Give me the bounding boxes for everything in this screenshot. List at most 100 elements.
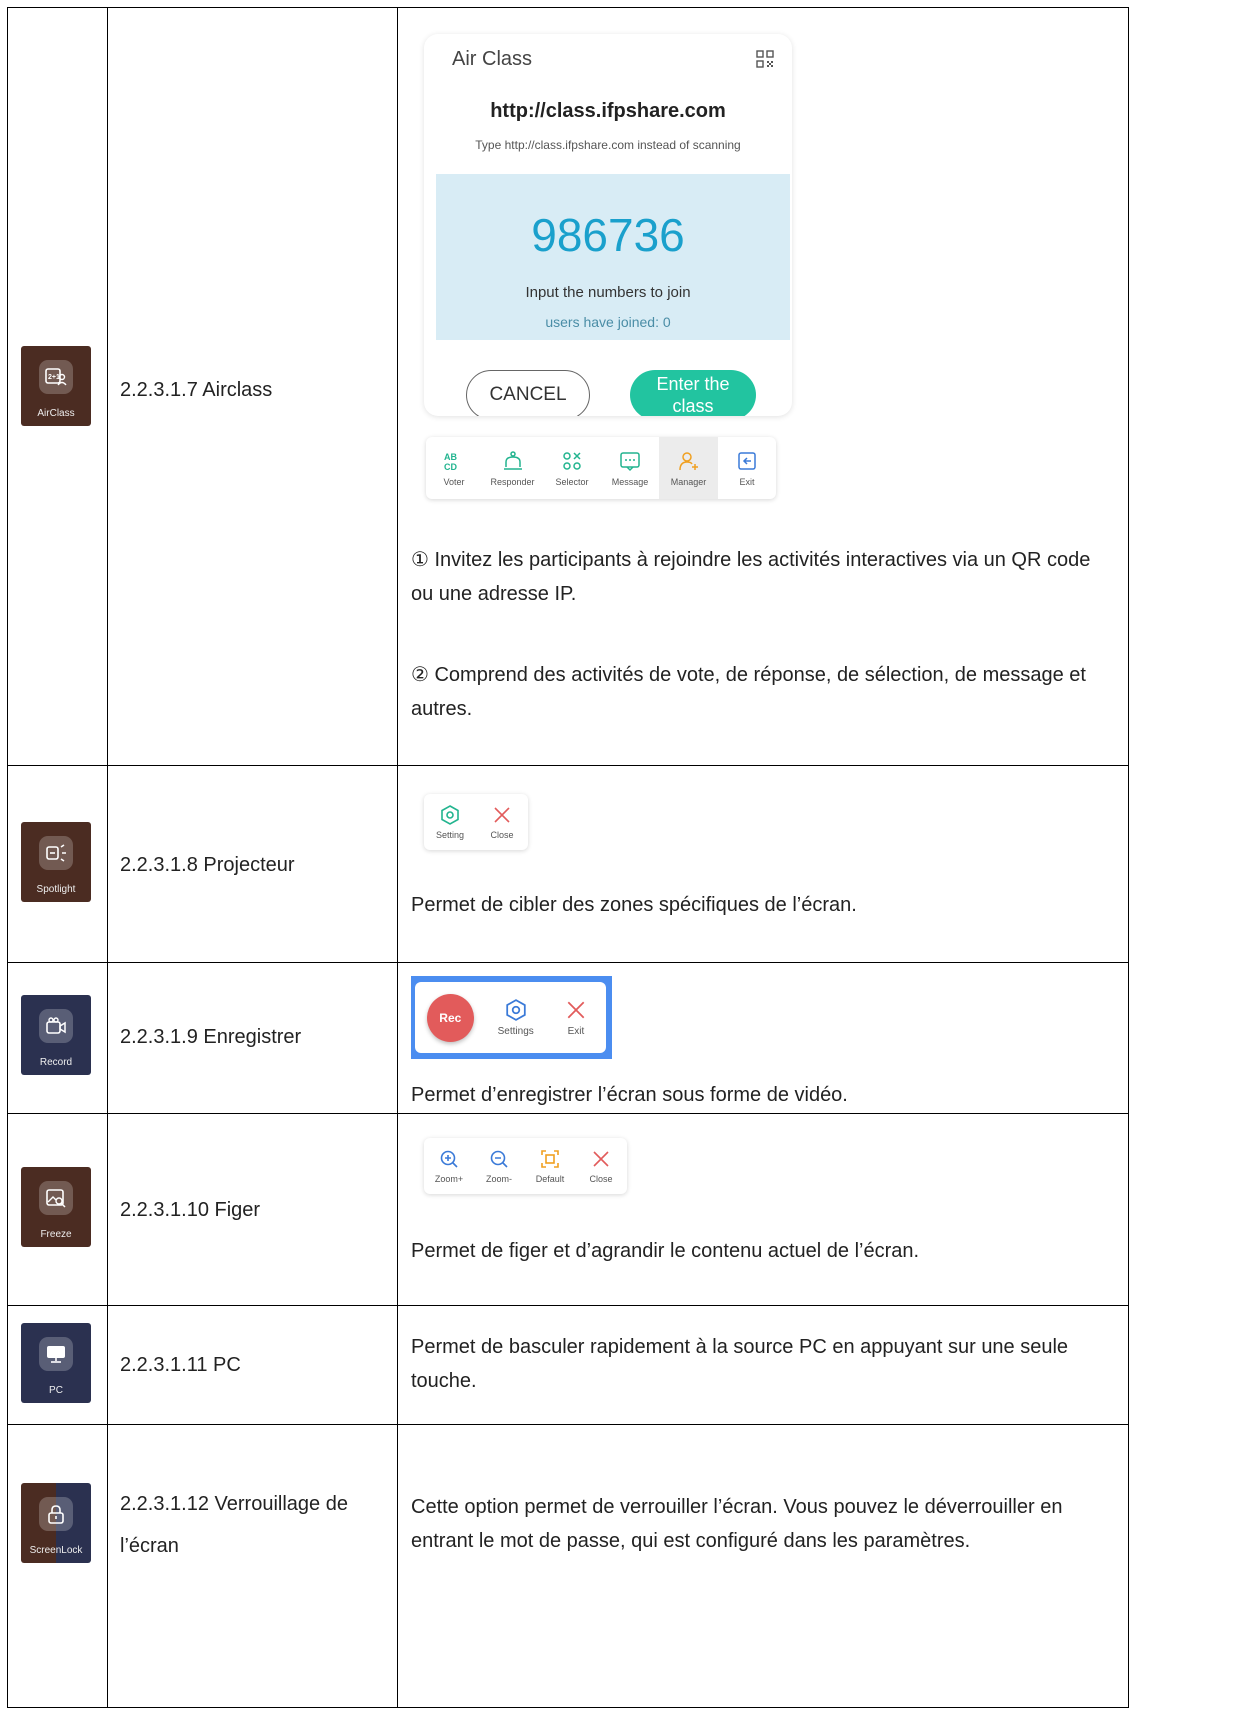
column-divider: [107, 7, 108, 1708]
airclass-icon: 2+1: [39, 360, 73, 394]
tool-label: Zoom-: [485, 1173, 512, 1184]
tool-label: Settings: [497, 1025, 534, 1037]
responder-icon: [503, 450, 522, 470]
join-code: 986736: [531, 209, 685, 261]
feature-description: ① Invitez les participants à rejoindre l…: [411, 549, 1091, 605]
voter-icon: ABCD: [444, 452, 457, 472]
record-toolbar: Rec Settings Exit: [411, 976, 612, 1059]
feature-label: 2.2.3.1.11 PC: [120, 1354, 241, 1376]
feature-label: 2.2.3.1.12 Verrouillage de: [120, 1493, 348, 1515]
feature-label: 2.2.3.1.10 Figer: [120, 1199, 261, 1221]
airclass-dialog: Air Class http://class.ifpshare.com Type…: [424, 34, 792, 416]
freeze-app-icon: Freeze: [21, 1167, 91, 1247]
users-joined-count: users have joined: 0: [545, 314, 671, 330]
join-instruction: Input the numbers to join: [525, 284, 691, 301]
settings-icon: [441, 804, 459, 825]
tool-label: Manager: [670, 476, 707, 487]
default-tool[interactable]: Default: [524, 1138, 576, 1194]
rec-button[interactable]: Rec: [427, 993, 474, 1042]
tool-label: Exit: [739, 476, 755, 487]
icon-label: Record: [39, 1057, 73, 1068]
feature-label: 2.2.3.1.8 Projecteur: [120, 854, 295, 876]
selector-tool[interactable]: Selector: [543, 437, 601, 499]
row-divider: [7, 765, 1129, 766]
record-app-icon: Record: [21, 995, 91, 1075]
tool-label: Default: [535, 1173, 565, 1184]
icon-label: AirClass: [37, 408, 75, 419]
close-tool[interactable]: Close: [576, 1138, 626, 1194]
row-divider: [7, 1424, 1129, 1425]
manager-tool[interactable]: Manager: [659, 437, 718, 499]
spotlight-icon: [39, 836, 73, 870]
feature-label: 2.2.3.1.7 Airclass: [120, 379, 273, 401]
freeze-toolbar: Zoom+ Zoom- Default Close: [424, 1138, 627, 1194]
message-icon: [620, 451, 640, 471]
enter-class-label: class: [672, 396, 714, 416]
tool-label: Voter: [443, 476, 465, 487]
spotlight-app-icon: Spotlight: [21, 822, 91, 902]
settings-tool[interactable]: Settings: [486, 998, 546, 1037]
icon-label: Freeze: [40, 1229, 72, 1240]
feature-label: l’écran: [120, 1535, 179, 1557]
manager-icon: [678, 451, 698, 470]
table-border-right: [1128, 7, 1129, 1708]
tool-label: Setting: [435, 829, 465, 840]
message-tool[interactable]: Message: [601, 437, 659, 499]
record-toolbar-inner: Rec Settings Exit: [415, 982, 606, 1053]
screenlock-app-icon: ScreenLock: [21, 1483, 91, 1563]
svg-text:2+1: 2+1: [48, 374, 60, 381]
record-icon: [39, 1009, 73, 1043]
setting-tool[interactable]: Setting: [424, 794, 476, 850]
feature-description: Cette option permet de verrouiller l’écr…: [411, 1496, 1063, 1552]
exit-tool[interactable]: Exit: [718, 437, 776, 499]
tool-label: Zoom+: [434, 1173, 464, 1184]
table-border-left: [7, 7, 8, 1708]
tool-label: Message: [611, 476, 649, 487]
pc-icon: [39, 1337, 73, 1371]
tool-label: Responder: [490, 476, 535, 487]
icon-label: ScreenLock: [29, 1545, 83, 1556]
row-divider: [7, 962, 1129, 963]
exit-tool[interactable]: Exit: [546, 999, 606, 1037]
tool-label: Close: [490, 829, 514, 840]
default-size-icon: [541, 1149, 559, 1168]
zoom-out-tool[interactable]: Zoom-: [474, 1138, 524, 1194]
url-hint: Type http://class.ifpshare.com instead o…: [475, 138, 741, 152]
tool-label: Exit: [567, 1025, 585, 1037]
dialog-title: Air Class: [452, 48, 533, 70]
responder-tool[interactable]: Responder: [482, 437, 543, 499]
pc-app-icon: PC: [21, 1323, 91, 1403]
tool-label: Selector: [555, 476, 589, 487]
qr-code-icon[interactable]: [756, 50, 774, 73]
cancel-button[interactable]: CANCEL: [466, 370, 590, 416]
document-table: 2+1 AirClass 2.2.3.1.7 Airclass Air Clas…: [0, 0, 1235, 1716]
column-divider: [397, 7, 398, 1708]
table-border-top: [7, 7, 1129, 8]
zoom-in-tool[interactable]: Zoom+: [424, 1138, 474, 1194]
exit-icon: [738, 451, 756, 470]
voter-tool[interactable]: AB CD Voter: [426, 437, 482, 499]
airclass-toolbar: AB CD Voter Responder Selector Message Ma…: [426, 437, 776, 499]
close-icon: [494, 806, 510, 823]
feature-description: ② Comprend des activités de vote, de rép…: [411, 664, 1086, 720]
svg-text:CD: CD: [444, 462, 457, 472]
close-tool[interactable]: Close: [476, 794, 528, 850]
airclass-app-icon: 2+1 AirClass: [21, 346, 91, 426]
feature-description: Permet de figer et d’agrandir le contenu…: [411, 1240, 920, 1262]
icon-label: PC: [49, 1385, 63, 1396]
settings-icon: [506, 998, 526, 1021]
svg-text:AB: AB: [444, 452, 457, 462]
zoom-out-icon: [490, 1150, 508, 1168]
feature-description: Permet d’enregistrer l’écran sous forme …: [411, 1084, 848, 1106]
row-divider: [7, 1113, 1129, 1114]
icon-label: Spotlight: [36, 884, 76, 895]
enter-class-label: Enter the: [656, 374, 730, 394]
selector-icon: [563, 451, 581, 470]
tool-label: Close: [589, 1173, 613, 1184]
enter-class-button[interactable]: Enter the class: [630, 370, 756, 416]
zoom-in-icon: [440, 1150, 458, 1168]
row-divider: [7, 1305, 1129, 1306]
class-url: http://class.ifpshare.com: [490, 100, 726, 122]
feature-description: Permet de basculer rapidement à la sourc…: [411, 1336, 1069, 1392]
freeze-icon: [39, 1181, 73, 1215]
